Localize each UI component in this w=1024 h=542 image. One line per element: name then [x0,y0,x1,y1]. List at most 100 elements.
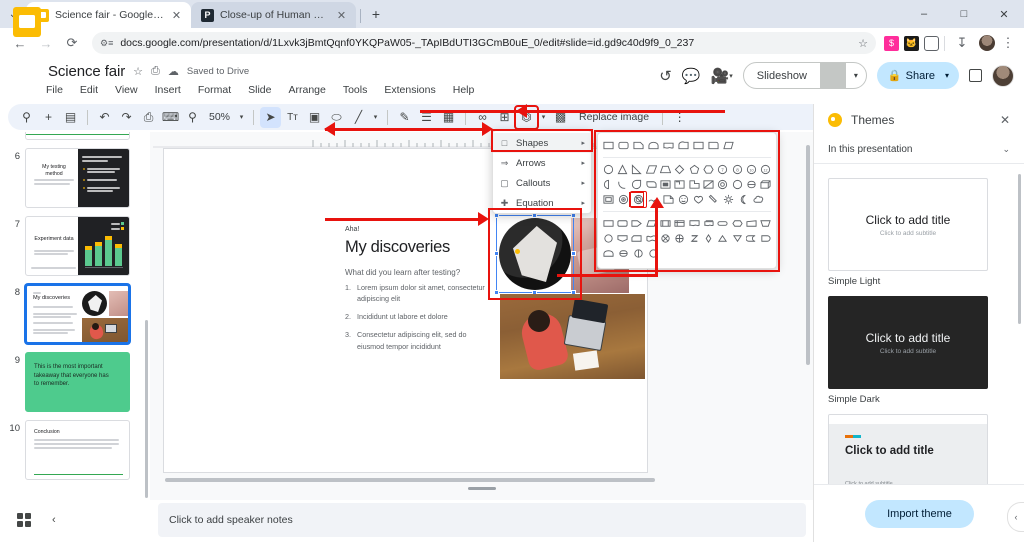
import-theme-button[interactable]: Import theme [865,499,974,528]
zoom-chevron-down-icon[interactable]: ▾ [236,113,247,121]
select-tool-icon[interactable]: ➤ [260,106,282,128]
slide-numbered-list[interactable]: 1. Lorem ipsum dolor sit amet, consectetu… [345,282,495,359]
annotation-box-selected-image [488,208,582,300]
insert-image-icon[interactable]: ▣ [304,107,325,128]
slide-eyebrow[interactable]: Aha! [345,226,359,233]
chrome-menu-icon[interactable]: ⋮ [1000,35,1016,51]
comment-icon[interactable]: 💬 [682,67,701,85]
menu-insert[interactable]: Insert [149,82,187,98]
menu-arrange[interactable]: Arrange [282,82,331,98]
new-tab-button[interactable]: + [365,3,387,25]
header-actions: ↺ 💬 🎥 ▾ Slideshow ▾ 🔒 Share ▾ [659,62,1014,89]
google-slides-logo-icon[interactable] [13,7,41,37]
address-bar[interactable]: ⚙≡ docs.google.com/presentation/d/1Lxvk3… [92,32,876,54]
page-title[interactable]: Science fair [48,63,125,80]
print-icon[interactable]: ⎙ [138,107,159,128]
themes-panel[interactable]: Themes ✕ In this presentation ⌄ Click to… [813,104,1024,542]
document-title-row: Science fair ☆ ⎙ ☁ Saved to Drive [48,63,249,80]
slide-thumbnail-8-active[interactable]: My discoveries [25,284,130,344]
site-settings-icon[interactable]: ⚙≡ [100,38,113,49]
pen-tool-icon[interactable]: ✎ [394,107,415,128]
chevron-down-icon[interactable]: ▾ [846,71,866,80]
browser-tab-slides[interactable]: Science fair - Google Slides ✕ [26,2,191,28]
slide-thumbnail-9[interactable]: This is the most important takeaway that… [25,352,130,412]
window-close-icon[interactable]: ✕ [984,0,1024,28]
version-history-icon[interactable]: ↺ [659,67,672,85]
list-item[interactable] [0,132,150,144]
list-item[interactable]: 8 My discoveries [0,280,150,348]
grid-view-icon[interactable] [17,513,31,527]
slide-thumbnail-7[interactable]: Experiment data [25,216,130,276]
textbox-tool-icon[interactable]: Tᴛ [282,107,303,128]
layout-icon[interactable]: ▤ [60,107,81,128]
undo-icon[interactable]: ↶ [94,107,115,128]
slide-title[interactable]: My discoveries [345,238,450,257]
menu-extensions[interactable]: Extensions [378,82,441,98]
filmstrip-scrollbar[interactable] [145,320,148,498]
canvas-horizontal-scrollbar[interactable] [165,478,655,482]
menu-view[interactable]: View [109,82,144,98]
download-icon[interactable]: ↧ [950,31,974,55]
chevron-down-icon[interactable]: ▾ [941,71,959,80]
account-avatar[interactable] [992,64,1014,87]
cat-extension-icon[interactable]: 🐱 [904,35,919,51]
meet-icon[interactable]: 🎥 ▾ [711,67,733,85]
close-icon[interactable]: ✕ [170,9,183,22]
notes-resize-grip[interactable] [468,487,496,490]
list-item[interactable]: 7 Experiment data [0,212,150,280]
line-chevron-down-icon[interactable]: ▾ [370,113,381,121]
minimize-icon[interactable]: – [904,0,944,28]
list-text: Lorem ipsum dolor sit amet, consectetur … [357,283,485,304]
browser-tab-pexels[interactable]: Close-up of Human Hand - Free ✕ [191,2,356,28]
bookmark-star-icon[interactable]: ☆ [858,37,868,50]
redo-icon[interactable]: ↷ [116,107,137,128]
themes-section-header[interactable]: In this presentation ⌄ [814,136,1024,164]
theme-card-third[interactable]: Click to add title Click to add subtitle [828,414,988,484]
slide-thumbnail-10[interactable]: Conclusion [25,420,130,480]
menu-item-arrows[interactable]: ⇒ Arrows ▸ [493,153,591,173]
present-square-icon[interactable] [969,69,982,82]
paint-format-icon[interactable]: ⌨ [160,107,181,128]
profile-avatar[interactable] [979,35,995,51]
zoom-value[interactable]: 50% [204,111,235,123]
themes-scrollbar[interactable] [1018,174,1021,324]
overhead-desk-image[interactable] [500,294,645,379]
list-item[interactable]: 10 Conclusion [0,416,150,484]
menu-item-callouts[interactable]: ▢ Callouts ▸ [493,173,591,193]
list-item[interactable]: 6 My testing method [0,144,150,212]
search-icon[interactable]: ⚲ [16,107,37,128]
line-tool-icon[interactable]: ╱ [348,107,369,128]
slide-subtitle[interactable]: What did you learn after testing? [345,268,460,277]
reload-icon[interactable]: ⟳ [60,31,84,55]
slide-thumbnail[interactable] [25,132,130,140]
chevron-down-icon[interactable]: ⌄ [1002,144,1010,155]
menu-format[interactable]: Format [192,82,237,98]
new-slide-icon[interactable]: + [38,107,59,128]
menu-tools[interactable]: Tools [337,82,374,98]
crop-chevron-down-icon[interactable]: ▾ [538,113,549,121]
menu-edit[interactable]: Edit [74,82,104,98]
list-item[interactable]: 9 This is the most important takeaway th… [0,348,150,416]
slide-thumbnail-6[interactable]: My testing method [25,148,130,208]
themes-list[interactable]: Click to add title Click to add subtitle… [814,168,1024,484]
puzzle-extension-icon[interactable] [924,35,939,51]
menu-help[interactable]: Help [447,82,481,98]
theme-card-simple-light[interactable]: Click to add title Click to add subtitle [828,178,988,271]
collapse-filmstrip-chevron-icon[interactable]: ‹ [52,514,56,526]
star-icon[interactable]: ☆ [133,65,143,78]
dollar-extension-icon[interactable]: $ [884,35,899,51]
slideshow-button[interactable]: Slideshow ▾ [742,62,867,89]
canvas-vertical-scrollbar[interactable] [806,145,810,365]
menu-file[interactable]: File [40,82,69,98]
theme-card-simple-dark[interactable]: Click to add title Click to add subtitle [828,296,988,389]
maximize-icon[interactable]: □ [944,0,984,28]
close-icon[interactable]: ✕ [335,9,348,22]
slide-filmstrip[interactable]: 6 My testing method 7 Experiment data 8 … [0,132,150,500]
move-to-folder-icon[interactable]: ⎙ [151,65,160,78]
menu-slide[interactable]: Slide [242,82,277,98]
share-button[interactable]: 🔒 Share ▾ [876,62,959,89]
close-icon[interactable]: ✕ [1000,113,1010,127]
speaker-notes-input[interactable]: Click to add speaker notes [158,503,806,537]
annotation-line-replace-image [530,110,725,113]
zoom-icon[interactable]: ⚲ [182,107,203,128]
